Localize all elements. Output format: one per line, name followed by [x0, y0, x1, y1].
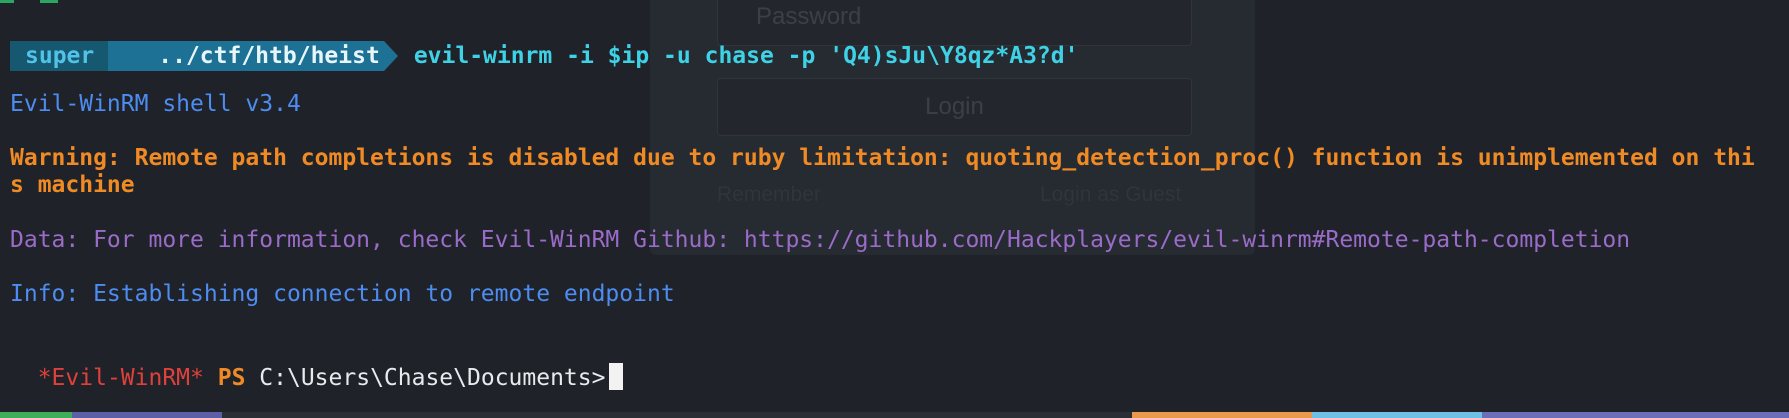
background-remember-label: Remember	[717, 183, 821, 206]
warning-line-2: s machine	[10, 172, 135, 198]
strip-segment	[72, 412, 222, 418]
previous-line-fragment	[0, 0, 80, 4]
data-line: Data: For more information, check Evil-W…	[10, 227, 1631, 253]
shell-prompt-line: super ../ctf/htb/heist evil-winrm -i $ip…	[10, 41, 1078, 71]
prompt-path-segment: ../ctf/htb/heist	[108, 41, 384, 71]
current-directory: C:\Users\Chase\Documents>	[259, 365, 606, 391]
bottom-status-strip	[0, 412, 1789, 418]
background-guest-link: Login as Guest	[1040, 183, 1182, 206]
background-password-field: Password	[717, 0, 1192, 46]
info-line: Info: Establishing connection to remote …	[10, 281, 675, 307]
terminal-cursor[interactable]	[609, 363, 624, 390]
prompt-user-segment: super	[10, 41, 109, 71]
command-text: evil-winrm -i $ip -u chase -p 'Q4)sJu\Y8…	[413, 43, 1079, 69]
evil-winrm-prompt[interactable]: *Evil-WinRM* PS C:\Users\Chase\Documents…	[10, 333, 624, 393]
prompt-arrow	[383, 41, 398, 71]
strip-segment	[1132, 412, 1312, 418]
banner-line: Evil-WinRM shell v3.4	[10, 91, 301, 117]
ps-label: PS	[217, 365, 246, 391]
strip-segment	[222, 412, 1132, 418]
background-login-button: Login	[717, 78, 1192, 136]
strip-segment	[1312, 412, 1482, 418]
evil-winrm-tag: *Evil-WinRM*	[37, 365, 204, 391]
warning-line-1: Warning: Remote path completions is disa…	[10, 145, 1755, 171]
strip-segment	[1482, 412, 1789, 418]
strip-segment	[0, 412, 72, 418]
